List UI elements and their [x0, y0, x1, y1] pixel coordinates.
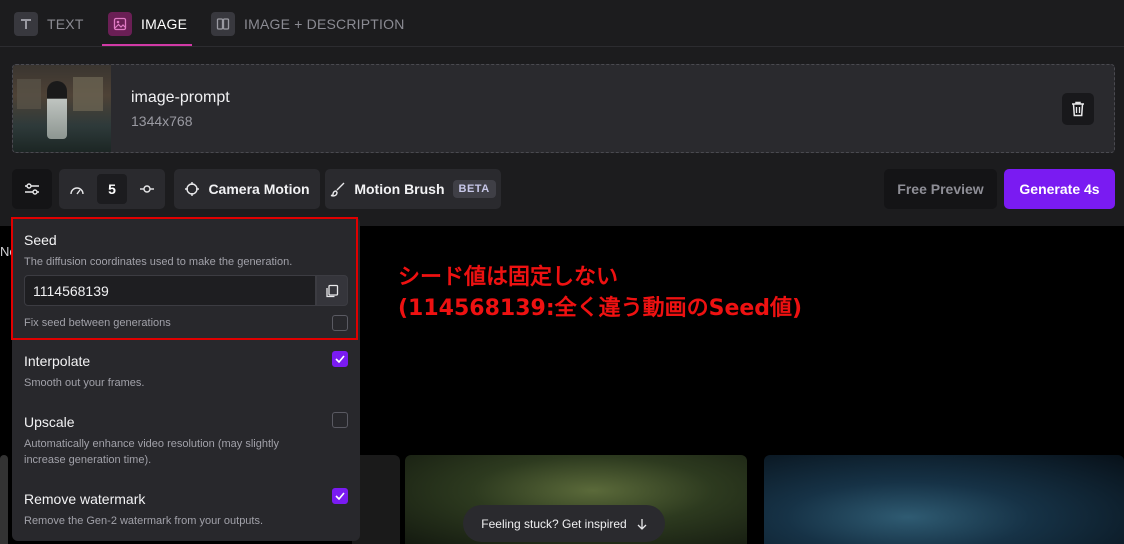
tab-image-description[interactable]: IMAGE + DESCRIPTION [211, 0, 405, 47]
motion-brush-button[interactable]: Motion Brush BETA [325, 169, 501, 209]
get-inspired-button[interactable]: Feeling stuck? Get inspired [463, 505, 665, 542]
tab-text[interactable]: TEXT [14, 0, 84, 47]
annotation-text: シード値は固定しない (114568139:全く違う動画のSeed値) [398, 262, 802, 324]
arrow-down-icon [637, 518, 647, 530]
slider-knob-icon [140, 185, 154, 193]
delete-image-button[interactable] [1062, 93, 1094, 125]
motion-speed-control[interactable]: 5 [59, 169, 165, 209]
get-inspired-label: Feeling stuck? Get inspired [481, 516, 627, 531]
image-icon [108, 11, 132, 36]
tab-image-description-label: IMAGE + DESCRIPTION [244, 15, 405, 32]
gallery-thumbnail[interactable] [0, 455, 8, 544]
beta-badge: BETA [452, 180, 496, 198]
mode-tab-bar: TEXT IMAGE IMAGE + DESCRIPTION [0, 0, 1124, 47]
image-prompt-thumbnail [13, 65, 111, 152]
settings-button[interactable] [12, 169, 52, 209]
camera-motion-icon [185, 182, 200, 196]
image-prompt-title: image-prompt [131, 89, 230, 106]
sliders-icon [25, 183, 39, 195]
interpolate-title: Interpolate [24, 353, 91, 369]
active-tab-indicator [102, 44, 192, 46]
tab-image-label: IMAGE [141, 15, 188, 32]
trash-icon [1072, 101, 1084, 117]
checkmark-icon [335, 355, 345, 363]
annotation-line-2: (114568139:全く違う動画のSeed値) [398, 296, 803, 321]
generate-button[interactable]: Generate 4s [1004, 169, 1115, 209]
annotation-line-1: シード値は固定しない [398, 265, 619, 290]
text-icon [14, 11, 38, 36]
checkmark-icon [335, 492, 345, 500]
interpolate-checkbox[interactable] [332, 351, 348, 367]
motion-brush-label: Motion Brush [354, 181, 445, 197]
tab-text-label: TEXT [47, 15, 84, 32]
image-prompt-dimensions: 1344x768 [131, 113, 193, 129]
gallery-thumbnail[interactable] [764, 455, 1124, 544]
camera-motion-label: Camera Motion [208, 181, 310, 197]
camera-motion-button[interactable]: Camera Motion [174, 169, 320, 209]
upscale-description: Automatically enhance video resolution (… [24, 438, 279, 466]
remove-watermark-title: Remove watermark [24, 491, 146, 507]
motion-speed-value[interactable]: 5 [97, 174, 127, 204]
brush-icon [331, 182, 345, 197]
free-preview-button[interactable]: Free Preview [884, 169, 997, 209]
upscale-checkbox[interactable] [332, 412, 348, 428]
image-prompt-card[interactable]: image-prompt 1344x768 [12, 64, 1115, 153]
interpolate-description: Smooth out your frames. [24, 377, 145, 389]
upscale-title: Upscale [24, 414, 75, 430]
speedometer-icon [70, 187, 84, 195]
remove-watermark-checkbox[interactable] [332, 488, 348, 504]
remove-watermark-description: Remove the Gen-2 watermark from your out… [24, 515, 264, 527]
highlight-box [11, 217, 358, 340]
image-description-icon [211, 11, 235, 36]
tab-image[interactable]: IMAGE [108, 0, 187, 47]
